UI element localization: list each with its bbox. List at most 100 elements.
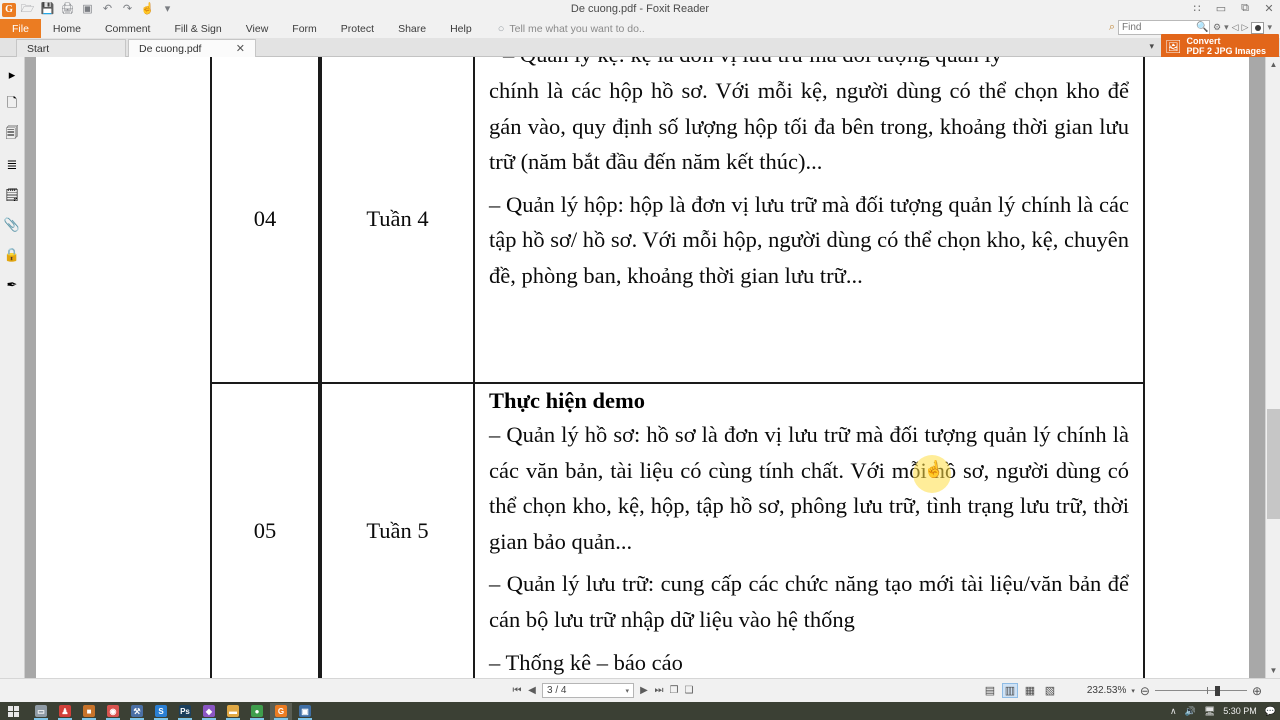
zoom-in-button[interactable]: ⊕: [1252, 684, 1262, 698]
layers-icon[interactable]: ≣: [1, 150, 23, 180]
first-page-icon[interactable]: ⏮: [512, 685, 522, 696]
tab-de-cuong-label: De cuong.pdf: [139, 42, 202, 55]
app-store-icon[interactable]: ■: [78, 703, 100, 720]
tab-file[interactable]: File: [0, 19, 41, 38]
lightbulb-icon: ○: [497, 22, 505, 35]
app-blue-icon[interactable]: ▣: [294, 703, 316, 720]
scroll-up-icon[interactable]: ▲: [1266, 57, 1280, 72]
previous-page-icon[interactable]: ◀: [527, 685, 537, 696]
photoshop-icon[interactable]: Ps: [174, 703, 196, 720]
maximize-button[interactable]: ⧉: [1238, 2, 1252, 15]
task-view-icon[interactable]: ▭: [30, 703, 52, 720]
tab-start[interactable]: Start: [16, 39, 126, 57]
tab-form[interactable]: Form: [280, 19, 329, 38]
document-viewport[interactable]: 04 Tuần 4 – Quản lý kệ: kệ là đơn vị lưu…: [25, 57, 1265, 678]
close-icon[interactable]: ✕: [236, 42, 245, 55]
convert-chevron-icon[interactable]: ▾: [1149, 41, 1154, 52]
network-icon[interactable]: 🖥: [1204, 706, 1215, 717]
file-explorer-icon[interactable]: ▬: [222, 703, 244, 720]
search-box[interactable]: 🔍: [1118, 20, 1211, 35]
running-indicator: [178, 717, 192, 720]
zoom-slider-handle[interactable]: [1214, 685, 1220, 696]
app-tools-icon[interactable]: ⚒: [126, 703, 148, 720]
single-page-view-button[interactable]: ▤: [982, 683, 998, 698]
row-week: Tuần 4: [366, 205, 429, 231]
tab-fill-sign[interactable]: Fill & Sign: [162, 19, 233, 38]
find-previous-icon[interactable]: ◁: [1232, 22, 1239, 33]
find-scope-icon[interactable]: ⌕: [1109, 21, 1115, 34]
row-number-cell: 05: [210, 384, 320, 678]
running-indicator: [154, 717, 168, 720]
chevron-down-icon[interactable]: ▾: [625, 687, 629, 695]
app-red-icon[interactable]: ♟: [54, 703, 76, 720]
page-navigation: ⏮ ◀ 3 / 4 ▾ ▶ ⏭ ❐ ❑: [512, 683, 694, 698]
account-chevron-icon[interactable]: ▾: [1267, 22, 1272, 33]
search-input[interactable]: [1122, 22, 1197, 33]
clipped-first-line: – Quản lý kệ: kệ là đơn vị lưu trữ mà đố…: [489, 57, 1129, 73]
app-blue-icon-glyph: ▣: [299, 705, 311, 717]
tab-protect[interactable]: Protect: [329, 19, 386, 38]
comments-icon[interactable]: 🗒: [1, 180, 23, 210]
view-mode-group: ▤ ▥ ▦ ▧: [982, 683, 1058, 698]
minimize-button[interactable]: ▭: [1214, 2, 1228, 15]
search-icon[interactable]: 🔍: [1196, 22, 1208, 33]
tab-help[interactable]: Help: [438, 19, 484, 38]
visual-studio-icon[interactable]: ◆: [198, 703, 220, 720]
gear-icon[interactable]: ⚙: [1213, 22, 1221, 33]
tab-de-cuong-pdf[interactable]: De cuong.pdf ✕: [128, 39, 256, 57]
foxit-reader-icon[interactable]: G: [270, 702, 292, 720]
fit-width-icon[interactable]: ❑: [684, 685, 694, 696]
attachments-icon[interactable]: 📎: [1, 210, 23, 240]
apps-grid-icon[interactable]: ∷: [1190, 2, 1204, 15]
security-lock-icon[interactable]: 🔒: [1, 240, 23, 270]
running-indicator: [130, 717, 144, 720]
zoom-chevron-icon[interactable]: ▾: [1131, 687, 1135, 695]
show-hidden-icons-icon[interactable]: ∧: [1170, 706, 1177, 717]
row-number: 05: [253, 518, 277, 543]
pdf-page: 04 Tuần 4 – Quản lý kệ: kệ là đơn vị lưu…: [36, 57, 1249, 678]
next-page-icon[interactable]: ▶: [639, 685, 649, 696]
chrome-icon-glyph: ◉: [107, 705, 119, 717]
find-next-icon[interactable]: ▷: [1242, 22, 1249, 33]
tab-view[interactable]: View: [234, 19, 281, 38]
fit-page-icon[interactable]: ❐: [669, 685, 679, 696]
foxit-reader-icon-glyph: G: [275, 705, 287, 717]
table-row: 04 Tuần 4 – Quản lý kệ: kệ là đơn vị lưu…: [210, 57, 1145, 382]
zoom-slider[interactable]: [1154, 685, 1247, 696]
row-number: 04: [253, 205, 277, 231]
start-button[interactable]: [0, 705, 26, 717]
volume-icon[interactable]: 🔊: [1185, 706, 1196, 717]
tab-start-label: Start: [27, 42, 50, 55]
photoshop-icon-glyph: Ps: [179, 705, 191, 717]
tab-share[interactable]: Share: [386, 19, 438, 38]
tell-me-search[interactable]: ○ Tell me what you want to do..: [498, 19, 645, 38]
convert-banner[interactable]: 🖼 Convert PDF 2 JPG Images: [1161, 34, 1279, 58]
skype-icon[interactable]: S: [150, 703, 172, 720]
running-indicator: [82, 717, 96, 720]
pointer-icon[interactable]: ▸: [1, 60, 23, 90]
tab-home[interactable]: Home: [41, 19, 93, 38]
signature-icon[interactable]: ✒: [1, 270, 23, 300]
scroll-down-icon[interactable]: ▼: [1266, 663, 1280, 678]
continuous-scroll-view-button[interactable]: ▥: [1002, 683, 1018, 698]
tab-comment[interactable]: Comment: [93, 19, 163, 38]
page-number-input[interactable]: 3 / 4 ▾: [542, 683, 634, 698]
app-green-icon[interactable]: ●: [246, 703, 268, 720]
zoom-out-button[interactable]: ⊖: [1140, 684, 1150, 698]
chrome-icon[interactable]: ◉: [102, 703, 124, 720]
bookmark-page-icon[interactable]: 🗋: [1, 90, 23, 120]
facing-view-button[interactable]: ▦: [1022, 683, 1038, 698]
avatar[interactable]: [1251, 21, 1265, 34]
scrollbar-thumb[interactable]: [1267, 409, 1280, 519]
clock[interactable]: 5:30 PM: [1223, 706, 1257, 716]
paragraph: – Quản lý hộp: hộp là đơn vị lưu trữ mà …: [489, 191, 1129, 288]
action-center-icon[interactable]: 💬: [1265, 706, 1276, 717]
vertical-scrollbar[interactable]: ▲ ▼: [1265, 57, 1280, 678]
last-page-icon[interactable]: ⏭: [654, 685, 664, 696]
separate-cover-view-button[interactable]: ▧: [1042, 683, 1058, 698]
pages-thumbnail-icon[interactable]: 🗐: [1, 120, 23, 150]
chevron-down-icon[interactable]: ▾: [1224, 22, 1229, 33]
close-button[interactable]: ✕: [1262, 2, 1276, 15]
zoom-level: 232.53%: [1086, 685, 1127, 696]
paragraph: chính là các hộp hồ sơ. Với mỗi kệ, ngườ…: [489, 78, 1129, 175]
